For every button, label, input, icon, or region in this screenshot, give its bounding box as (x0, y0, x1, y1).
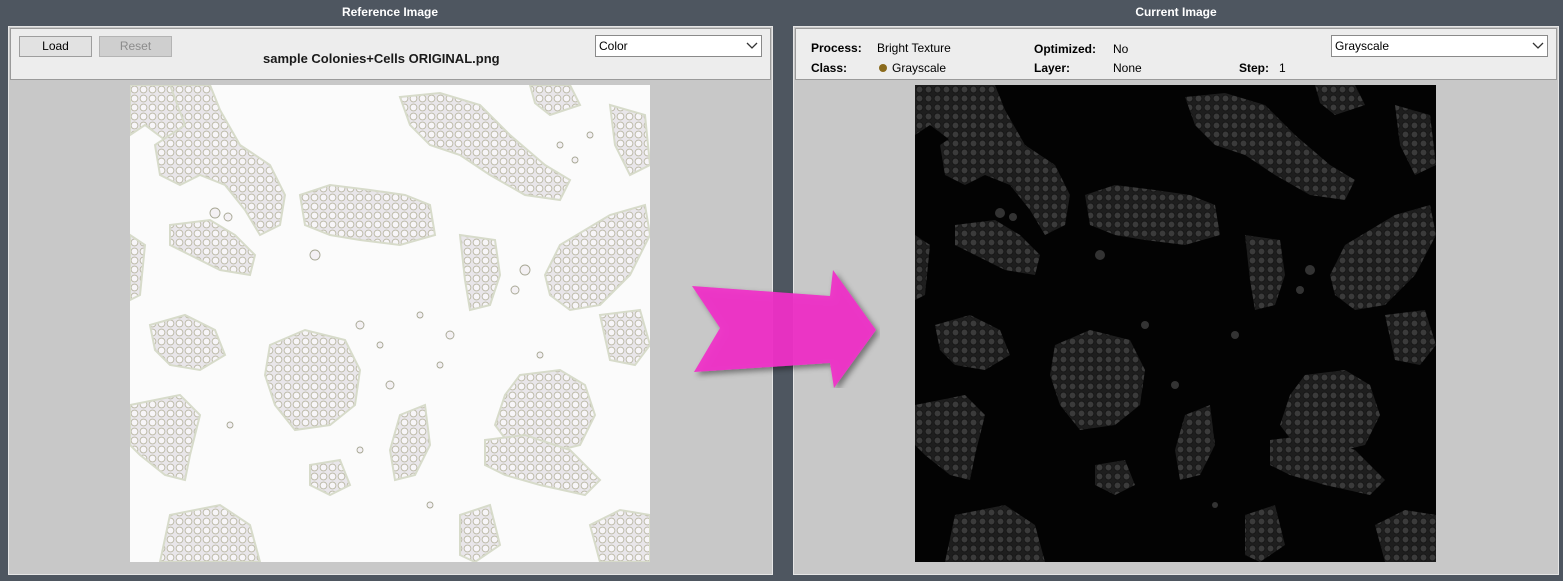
current-panel: Process: Bright Texture Class: Grayscale… (793, 26, 1559, 575)
process-label: Process: (811, 41, 862, 55)
layer-label: Layer: (1034, 61, 1071, 75)
image-filename: sample Colonies+Cells ORIGINAL.png (263, 51, 500, 66)
current-color-select-value: Grayscale (1335, 39, 1390, 53)
load-button[interactable]: Load (19, 36, 92, 57)
reference-panel: Load Reset sample Colonies+Cells ORIGINA… (8, 26, 773, 575)
reference-color-select-value: Color (599, 39, 628, 53)
reference-color-select[interactable]: Color (595, 35, 762, 57)
current-color-select[interactable]: Grayscale (1331, 35, 1548, 57)
class-label: Class: (811, 61, 848, 75)
process-value: Bright Texture (877, 41, 951, 55)
reference-panel-title: Reference Image (341, 5, 439, 19)
arrow-right-icon (690, 268, 880, 388)
class-color-dot (879, 64, 887, 72)
step-label: Step: (1239, 61, 1269, 75)
class-value: Grayscale (879, 61, 946, 75)
chevron-down-icon (1529, 36, 1547, 56)
current-image (915, 85, 1436, 562)
class-value-text: Grayscale (892, 61, 947, 75)
optimized-value: No (1113, 42, 1129, 56)
optimized-label: Optimized: (1034, 42, 1096, 56)
step-value: 1 (1279, 61, 1286, 75)
reset-button[interactable]: Reset (99, 36, 172, 57)
current-toolbar: Process: Bright Texture Class: Grayscale… (795, 28, 1557, 80)
reference-image (130, 85, 650, 562)
reference-toolbar: Load Reset sample Colonies+Cells ORIGINA… (10, 28, 771, 80)
current-panel-title: Current Image (1135, 5, 1217, 19)
chevron-down-icon (743, 36, 761, 56)
layer-value: None (1113, 61, 1142, 75)
